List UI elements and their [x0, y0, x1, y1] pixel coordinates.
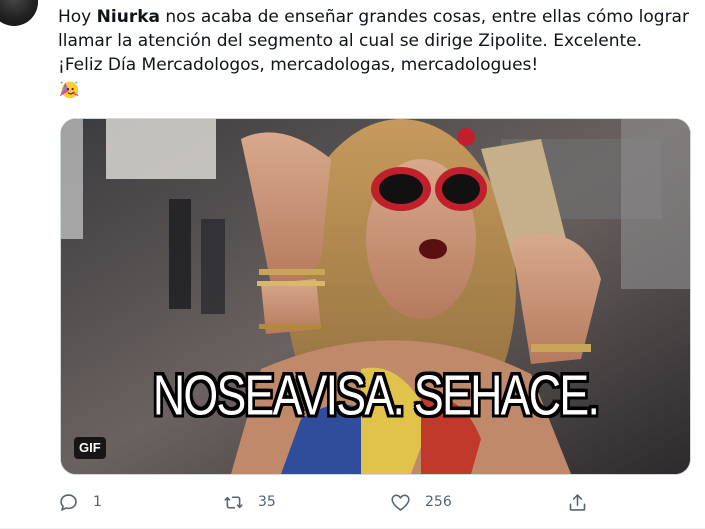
gif-badge: GIF	[74, 437, 106, 459]
tweet-text-line-2: llamar la atención del segmento al cual …	[58, 31, 643, 51]
reply-button[interactable]: 1	[58, 486, 102, 518]
text-suffix: nos acaba de enseñar grandes cosas, entr…	[159, 7, 689, 27]
reply-count: 1	[93, 494, 102, 510]
reply-icon	[60, 493, 77, 511]
retweet-count: 35	[258, 494, 276, 510]
tweet-actions: 1 35 256	[58, 486, 598, 518]
heart-icon	[391, 494, 410, 511]
gif-caption: NOSEAVISA. SEHACE.	[152, 364, 600, 428]
retweet-icon	[224, 495, 243, 509]
tweet-text: Hoy Niurka nos acaba de enseñar grandes …	[58, 5, 698, 107]
gif-media[interactable]: NOSEAVISA. SEHACE. GIF	[60, 118, 691, 475]
like-count: 256	[425, 494, 452, 510]
avatar[interactable]	[0, 0, 38, 26]
mention-bold: Niurka	[96, 7, 160, 27]
tweet-text-line-4	[58, 77, 698, 107]
tweet: Hoy Niurka nos acaba de enseñar grandes …	[0, 0, 705, 529]
tweet-text-line-3: ¡Feliz Día Mercadologos, mercadologas, m…	[58, 55, 539, 75]
share-button[interactable]	[567, 486, 588, 518]
like-button[interactable]: 256	[390, 486, 452, 518]
share-icon	[569, 493, 586, 511]
text-prefix: Hoy	[58, 7, 97, 27]
partying-face-emoji	[59, 81, 79, 99]
tweet-text-line-1: Hoy Niurka nos acaba de enseñar grandes …	[58, 5, 698, 29]
retweet-button[interactable]: 35	[223, 486, 276, 518]
